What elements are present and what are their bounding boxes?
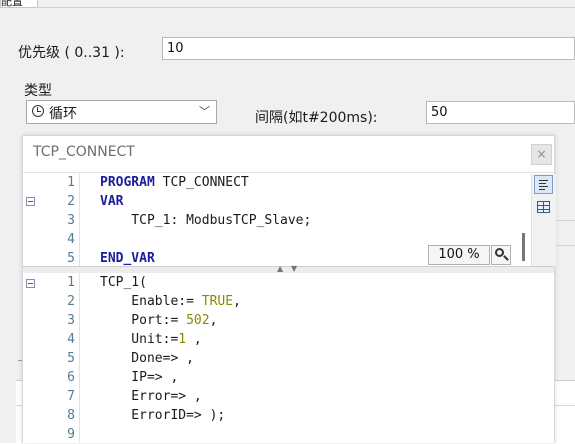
line-number: 5: [67, 351, 75, 366]
code-line: Error=> ,: [100, 389, 202, 404]
line-number: 1: [67, 275, 75, 290]
view-toolbar: [531, 174, 556, 266]
divider: [555, 245, 575, 246]
line-number: 1: [67, 175, 75, 190]
close-icon: ×: [536, 147, 547, 161]
interval-input[interactable]: 50: [426, 101, 575, 124]
priority-label: 优先级 ( 0..31 ):: [18, 45, 125, 61]
interval-label: 间隔(如t#200ms):: [255, 110, 378, 126]
tab-config[interactable]: 配置: [0, 0, 38, 8]
type-select[interactable]: 循环 ﹀: [26, 100, 217, 124]
close-button[interactable]: ×: [531, 144, 552, 165]
line-number: 2: [67, 294, 75, 309]
window-title: TCP_CONNECT: [33, 144, 135, 160]
code-line: VAR: [100, 194, 124, 209]
code-line: Port:= 502,: [100, 313, 218, 328]
priority-input[interactable]: 10: [162, 37, 575, 60]
table-view-icon[interactable]: [534, 198, 553, 217]
collapse-up-icon[interactable]: ▲: [277, 264, 283, 273]
pou-editor-window: TCP_CONNECT × 1 2 3 4 5 PROGRAM TCP_CONN…: [22, 135, 556, 443]
zoom-magnifier-icon[interactable]: [491, 245, 511, 265]
line-number: 4: [67, 232, 75, 247]
code-line: TCP_1: ModbusTCP_Slave;: [100, 213, 312, 228]
line-number: 3: [67, 313, 75, 328]
type-select-value: 循环: [49, 106, 77, 122]
text-view-icon[interactable]: [534, 175, 553, 194]
code-line: TCP_1(: [100, 275, 147, 290]
clock-icon: [32, 105, 44, 117]
code-line: PROGRAM TCP_CONNECT: [100, 175, 249, 190]
gutter-divider: [79, 173, 80, 267]
line-number: 4: [67, 332, 75, 347]
collapse-down-icon[interactable]: ▼: [291, 264, 297, 273]
code-line: Unit:=1 ,: [100, 332, 202, 347]
gutter-divider: [79, 273, 80, 443]
tab-strip-divider: [36, 7, 575, 8]
line-number: 6: [67, 370, 75, 385]
code-line: Done=> ,: [100, 351, 194, 366]
line-number: 7: [67, 389, 75, 404]
line-number: 3: [67, 213, 75, 228]
line-number: 8: [67, 408, 75, 423]
divider: [555, 220, 575, 221]
code-line: END_VAR: [100, 251, 155, 266]
line-number: 9: [67, 427, 75, 442]
vertical-scrollbar[interactable]: [522, 233, 525, 261]
type-label: 类型: [24, 83, 52, 99]
code-line: ErrorID=> );: [100, 408, 226, 423]
chevron-down-icon: ﹀: [199, 105, 210, 118]
code-line: Enable:= TRUE,: [100, 294, 241, 309]
code-line: IP=> ,: [100, 370, 179, 385]
zoom-level[interactable]: 100 %: [428, 245, 490, 265]
line-number: 5: [67, 251, 75, 266]
line-number: 2: [67, 194, 75, 209]
implementation-editor[interactable]: 1 2 3 4 5 6 7 8 9 TCP_1( Enable:= TRUE, …: [23, 273, 554, 443]
